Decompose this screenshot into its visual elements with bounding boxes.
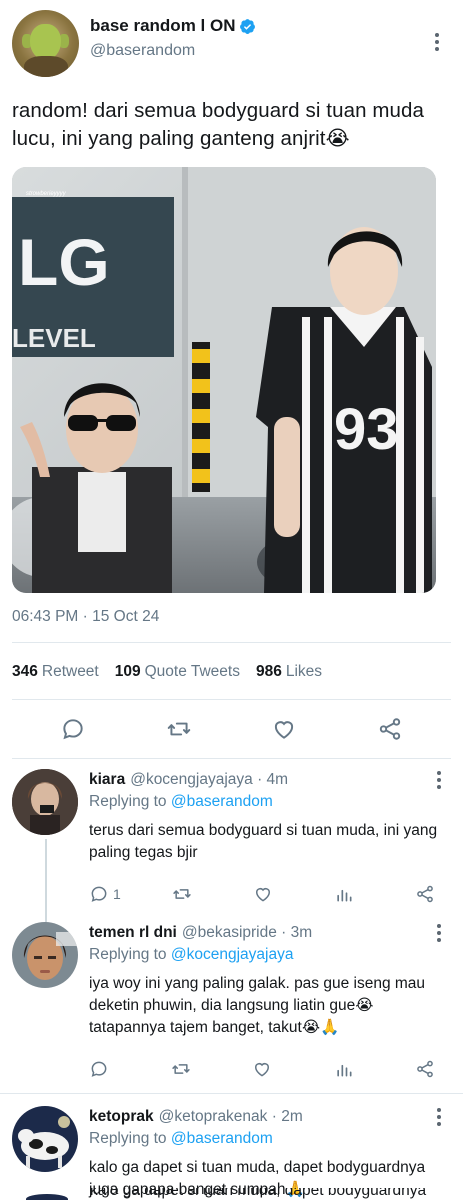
reply-tweet[interactable]: temen rl dni @bekasipride · 3m Replying … (0, 918, 463, 1093)
reply-tweet[interactable]: ketoprak @ketoprakenak · 2m Replying to … (0, 1094, 463, 1200)
main-tweet: base random l ON @baserandom random! dar… (0, 0, 463, 759)
heart-icon (255, 888, 270, 902)
reply-author-handle[interactable]: @bekasipride · 3m (182, 924, 312, 942)
like-button[interactable] (264, 709, 304, 749)
retweet-icon (167, 722, 190, 736)
analytics-icon (336, 1064, 351, 1077)
watermark-text: strowberieyyyy (26, 191, 67, 197)
analytics-button[interactable] (334, 884, 364, 904)
author-info: base random l ON @baserandom (90, 10, 427, 60)
replying-to: Replying to @baserandom (89, 793, 273, 810)
share-icon (417, 885, 433, 903)
mention-link[interactable]: @kocengjayajaya (171, 946, 294, 963)
more-options-icon[interactable] (427, 30, 447, 54)
heart-icon (275, 721, 294, 739)
heart-icon (255, 1063, 269, 1077)
reply-button[interactable] (89, 1059, 119, 1079)
like-button[interactable] (253, 884, 283, 904)
share-icon (379, 718, 401, 740)
sign-lg-text: LG (18, 225, 110, 299)
reply-action-bar: 1 (89, 870, 451, 918)
jersey-number-text: 93 (334, 397, 399, 462)
mention-link[interactable]: @baserandom (171, 1130, 273, 1147)
tweet-photo: LG LEVEL strowberieyyyy 93 (12, 167, 436, 593)
reply-icon (91, 886, 107, 902)
avatar[interactable] (12, 922, 78, 988)
retweet-button[interactable] (159, 709, 199, 749)
retweet-button[interactable] (171, 1059, 201, 1079)
reply-text: kalo ga dapet si tuan muda, dapet bodygu… (90, 1188, 427, 1199)
tweet-image[interactable]: LG LEVEL strowberieyyyy 93 (12, 167, 436, 593)
main-tweet-header: base random l ON @baserandom (12, 10, 451, 80)
sign-level-text: LEVEL (12, 323, 96, 353)
author-handle[interactable]: @baserandom (90, 42, 427, 60)
reply-button[interactable] (53, 709, 93, 749)
likes-stat[interactable]: 986 Likes (256, 663, 322, 681)
share-button[interactable] (415, 1059, 445, 1079)
more-options-icon[interactable] (429, 1105, 449, 1129)
like-button[interactable] (252, 1059, 282, 1079)
partial-next-reply[interactable]: kalo ga dapet si tuan muda, dapet bodygu… (0, 1188, 463, 1200)
avatar (26, 1194, 68, 1200)
analytics-icon (337, 889, 352, 902)
reply-author-name[interactable]: temen rl dni (89, 924, 177, 942)
thread-line (45, 839, 47, 923)
replying-to: Replying to @kocengjayajaya (89, 946, 294, 963)
tweet-text: random! dari semua bodyguard si tuan mud… (12, 99, 425, 150)
reply-icon (63, 719, 83, 740)
avatar[interactable] (12, 10, 79, 77)
avatar[interactable] (12, 769, 78, 835)
reply-author-handle[interactable]: @kocengjayajaya · 4m (130, 771, 288, 789)
reply-author-name[interactable]: ketoprak (89, 1108, 154, 1126)
reply-button[interactable]: 1 (89, 884, 121, 904)
replying-to: Replying to @baserandom (89, 1130, 273, 1147)
reply-count: 1 (113, 886, 121, 902)
tweet-stats: 346 Retweet 109 Quote Tweets 986 Likes (12, 643, 451, 699)
author-name[interactable]: base random l ON (90, 16, 235, 36)
retweet-icon (171, 1064, 190, 1074)
reply-icon (91, 1061, 107, 1077)
retweet-stat[interactable]: 346 Retweet (12, 663, 99, 681)
verified-badge-icon (240, 18, 256, 34)
share-icon (417, 1060, 433, 1078)
reply-author-name[interactable]: kiara (89, 771, 125, 789)
avatar[interactable] (12, 1106, 78, 1172)
more-options-icon[interactable] (429, 921, 449, 945)
reply-action-bar (89, 1045, 451, 1093)
retweet-icon (173, 889, 191, 899)
quote-tweets-stat[interactable]: 109 Quote Tweets (115, 663, 240, 681)
tweet-timestamp: 06:43 PM · 15 Oct 24 (12, 608, 160, 625)
reply-text: iya woy ini yang paling galak. pas gue i… (89, 975, 426, 1036)
analytics-button[interactable] (334, 1059, 364, 1079)
tweet-action-bar (12, 700, 451, 758)
reply-text: terus dari semua bodyguard si tuan muda,… (89, 822, 438, 861)
mention-link[interactable]: @baserandom (171, 793, 273, 810)
retweet-button[interactable] (172, 884, 202, 904)
reply-author-handle[interactable]: @ketoprakenak · 2m (159, 1108, 303, 1126)
reply-tweet[interactable]: kiara @kocengjayajaya · 4m Replying to @… (0, 759, 463, 923)
share-button[interactable] (370, 709, 410, 749)
share-button[interactable] (415, 884, 445, 904)
more-options-icon[interactable] (429, 768, 449, 792)
